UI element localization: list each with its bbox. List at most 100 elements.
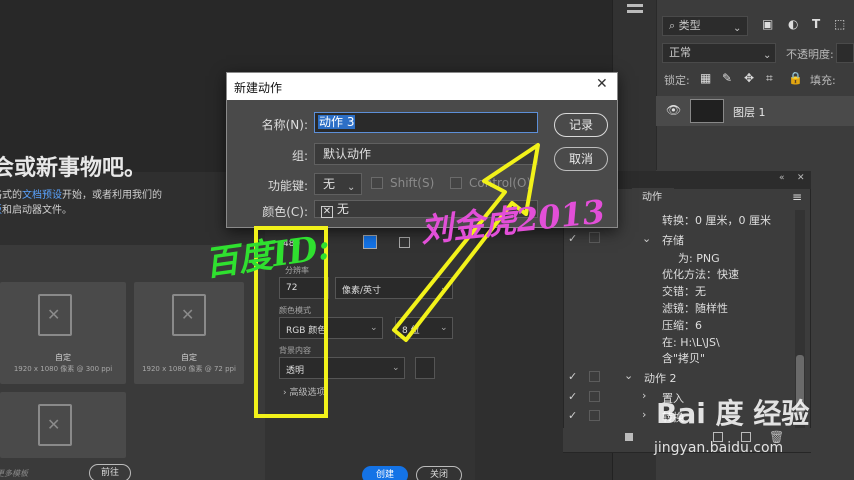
chevron-down-icon: ⌄ [440, 283, 448, 293]
resolution-input[interactable]: 72 [279, 277, 329, 299]
lock-transparent-icon[interactable]: ▦ [700, 71, 711, 85]
lock-label: 锁定: [664, 74, 690, 87]
action-step-detail: 压缩：6 [662, 319, 702, 332]
chevron-down-icon[interactable]: ⌄ [642, 232, 651, 245]
function-key-label: 功能键: [267, 179, 308, 193]
color-label: 颜色(C): [262, 205, 308, 219]
action-set-select[interactable]: 默认动作 [314, 143, 538, 165]
type-filter-icon[interactable]: T [812, 17, 820, 31]
more-templates-label: 更多模板 [0, 469, 28, 478]
lock-all-icon[interactable]: 🔒 [788, 71, 803, 85]
action-set-value: 默认动作 [323, 147, 372, 161]
chevron-down-icon: ⌄ [392, 363, 400, 373]
bit-depth-select[interactable]: 8 位 ⌄ [395, 317, 453, 339]
checkmark-icon[interactable]: ✓ [568, 390, 577, 403]
search-icon: ⌕ [669, 19, 676, 32]
dialog-toggle-box[interactable] [589, 410, 600, 421]
filter-label: 类型 [678, 19, 701, 32]
action-step-detail: 为: PNG [678, 252, 720, 265]
template-card[interactable]: 自定 1920 x 1080 像素 @ 72 ppi [134, 282, 244, 384]
template-card[interactable]: 自定 1920 x 1080 像素 @ 300 ppi [0, 282, 126, 384]
close-button[interactable]: 关闭 [416, 466, 462, 480]
color-mode-value: RGB 颜色 [286, 326, 327, 336]
template-size: 1920 x 1080 像素 @ 300 ppi [13, 365, 113, 373]
function-key-select[interactable]: 无 ⌄ [314, 173, 362, 195]
layer-name: 图层 1 [733, 106, 766, 119]
portrait-orientation-icon[interactable] [363, 235, 377, 249]
document-icon [38, 294, 72, 336]
artboard-lock-icon[interactable]: ⌗ [766, 71, 773, 86]
panel-menu-icon[interactable]: ≡ [792, 190, 802, 204]
resolution-value: 72 [286, 283, 298, 293]
stop-icon[interactable] [625, 433, 633, 441]
artboard-checkbox[interactable] [399, 237, 410, 248]
collapse-icon[interactable]: « [779, 173, 785, 183]
template-card[interactable] [0, 392, 126, 458]
action-item[interactable]: 动作 2 [644, 370, 677, 386]
adjustment-filter-icon[interactable]: ◐ [788, 17, 798, 31]
record-button[interactable]: 记录 [554, 113, 608, 137]
no-color-icon: ✕ [321, 206, 333, 218]
resolution-unit-select[interactable]: 像素/英寸 ⌄ [335, 277, 453, 299]
fill-label: 填充: [810, 74, 836, 87]
control-label: Control(O) [469, 176, 532, 190]
chevron-right-icon: › [283, 388, 287, 398]
action-name-input[interactable]: 动作 3 [314, 112, 538, 133]
dialog-toggle-box[interactable] [589, 371, 600, 382]
action-step-detail: 优化方法：快速 [662, 268, 739, 281]
chevron-down-icon[interactable]: ⌄ [624, 369, 633, 382]
dialog-toggle-box[interactable] [589, 391, 600, 402]
goto-button[interactable]: 前往 [89, 464, 131, 480]
template-name: 自定 [55, 353, 71, 362]
document-icon [38, 404, 72, 446]
control-checkbox[interactable] [450, 177, 462, 189]
name-label: 名称(N): [261, 118, 308, 132]
advanced-options-toggle[interactable]: › 高级选项 [283, 385, 326, 398]
advanced-options-label: 高级选项 [289, 388, 326, 398]
close-icon[interactable]: ✕ [596, 76, 608, 92]
document-presets-link[interactable]: 文档预设 [22, 190, 62, 201]
shift-checkbox[interactable] [371, 177, 383, 189]
layer-filter-select[interactable]: ⌕ 类型 ⌄ [662, 16, 748, 36]
lock-position-icon[interactable]: ✥ [744, 71, 754, 85]
shift-label: Shift(S) [390, 176, 435, 190]
cancel-button[interactable]: 取消 [554, 147, 608, 171]
checkmark-icon[interactable]: ✓ [568, 409, 577, 422]
resolution-unit-value: 像素/英寸 [342, 286, 382, 296]
blend-mode-value: 正常 [669, 46, 691, 59]
action-step-detail: 滤镜：随样性 [662, 302, 728, 315]
blend-mode-select[interactable]: 正常 ⌄ [662, 43, 776, 63]
checkmark-icon[interactable]: ✓ [568, 370, 577, 383]
image-filter-icon[interactable]: ▣ [762, 17, 773, 31]
layer-thumbnail [690, 99, 724, 123]
dialog-title: 新建动作 [234, 81, 283, 95]
panel-icon[interactable] [627, 10, 643, 13]
background-label: 背景内容 [279, 346, 311, 355]
desc-text: 开始，或者利用我们的 [62, 190, 162, 201]
watermark-url: jingyan.baidu.com [654, 440, 784, 456]
opacity-input[interactable] [836, 43, 854, 63]
lock-image-icon[interactable]: ✎ [722, 71, 732, 85]
background-color-swatch[interactable] [415, 357, 435, 379]
chevron-right-icon[interactable]: › [642, 389, 646, 402]
chevron-down-icon: ⌄ [763, 50, 772, 61]
desc-text: 格式的 [0, 190, 22, 201]
color-mode-label: 颜色模式 [279, 306, 311, 315]
desc-text: 和启动器文件。 [2, 205, 72, 216]
create-button[interactable]: 创建 [362, 466, 408, 480]
background-select[interactable]: 透明 ⌄ [279, 357, 405, 379]
panel-icon[interactable] [627, 4, 643, 7]
shape-filter-icon[interactable]: ⬚ [834, 17, 845, 31]
visibility-eye-icon[interactable]: 👁 [666, 103, 681, 117]
chevron-down-icon: ⌄ [347, 182, 356, 193]
action-step-detail: 含"拷贝" [662, 352, 706, 365]
baidu-watermark: Bai 度 经验 [656, 397, 810, 430]
chevron-right-icon[interactable]: › [642, 408, 646, 421]
function-key-value: 无 [323, 177, 336, 191]
action-step[interactable]: 存储 [662, 232, 684, 248]
workspace-heading: 会或新事物吧。 [0, 156, 147, 181]
color-mode-select[interactable]: RGB 颜色 ⌄ [279, 317, 383, 339]
tab-actions[interactable]: 动作 [632, 188, 674, 208]
close-panel-icon[interactable]: ✕ [797, 173, 805, 183]
action-step-detail: 转换：0 厘米，0 厘米 [662, 214, 771, 227]
